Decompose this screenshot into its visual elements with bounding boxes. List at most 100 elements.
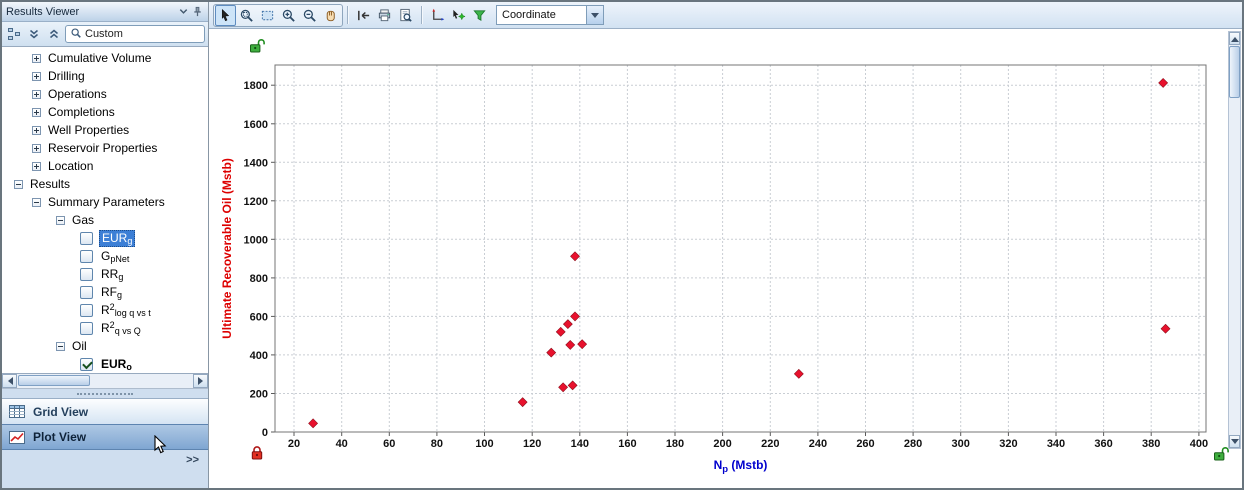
- splitter-grip[interactable]: [2, 389, 208, 398]
- plot-view-button[interactable]: Plot View: [2, 424, 208, 450]
- tree-item[interactable]: EURo: [2, 355, 208, 373]
- grid-view-icon: [9, 405, 26, 418]
- filter-value: Custom: [85, 28, 123, 40]
- chevron-down-icon[interactable]: [586, 6, 603, 24]
- expand-plus-icon[interactable]: [32, 90, 41, 99]
- x-tick-label: 280: [904, 438, 922, 450]
- pin-icon[interactable]: [190, 5, 204, 19]
- tree-item[interactable]: Completions: [2, 103, 208, 121]
- y-tick-label: 1200: [244, 196, 268, 208]
- view-options-icon[interactable]: [5, 25, 23, 43]
- y-axis-label: Ultimate Recoverable Oil (Mstb): [220, 158, 234, 339]
- panel-filler: [2, 470, 208, 488]
- tree-item[interactable]: Location: [2, 157, 208, 175]
- axes-tool-button[interactable]: [427, 5, 448, 26]
- tracking-tool-button[interactable]: [448, 5, 469, 26]
- x-tick-label: 140: [571, 438, 589, 450]
- toolbar-separator: [421, 6, 422, 24]
- x-tick-label: 300: [952, 438, 970, 450]
- tree-item[interactable]: Results: [2, 175, 208, 193]
- print-preview-tool-button[interactable]: [395, 5, 416, 26]
- collapse-minus-icon[interactable]: [14, 180, 23, 189]
- tree-item[interactable]: R2log q vs t: [2, 301, 208, 319]
- expand-plus-icon[interactable]: [32, 108, 41, 117]
- collapse-minus-icon[interactable]: [32, 198, 41, 207]
- vertical-scrollbar[interactable]: [1228, 31, 1241, 449]
- tree-item[interactable]: Cumulative Volume: [2, 49, 208, 67]
- checkbox[interactable]: [80, 286, 93, 299]
- y-tick-label: 0: [262, 427, 268, 439]
- x-tick-label: 260: [856, 438, 874, 450]
- tree-item[interactable]: Reservoir Properties: [2, 139, 208, 157]
- plot-area[interactable]: 2040608010012014016018020022024026028030…: [209, 29, 1242, 488]
- expand-plus-icon[interactable]: [32, 54, 41, 63]
- zoom-in-tool-button[interactable]: [278, 5, 299, 26]
- scroll-down-button[interactable]: [1229, 435, 1240, 448]
- collapse-minus-icon[interactable]: [56, 216, 65, 225]
- select-region-tool-button[interactable]: [257, 5, 278, 26]
- checkbox[interactable]: [80, 250, 93, 263]
- tree-item[interactable]: Drilling: [2, 67, 208, 85]
- checkbox[interactable]: [80, 304, 93, 317]
- tree-item-label: R2q vs Q: [99, 320, 143, 336]
- x-tick-label: 80: [431, 438, 443, 450]
- tool-group: [426, 4, 491, 27]
- select-tool-button[interactable]: [215, 5, 236, 26]
- coordinate-combo[interactable]: Coordinate: [496, 5, 604, 25]
- axis-lock-icon-bottom-left[interactable]: [250, 445, 268, 461]
- filter-tool-button[interactable]: [469, 5, 490, 26]
- scrollbar-thumb[interactable]: [1229, 46, 1240, 98]
- plot-view-icon: [9, 431, 26, 444]
- x-tick-label: 220: [761, 438, 779, 450]
- grid-view-label: Grid View: [33, 405, 88, 419]
- tree-item[interactable]: R2q vs Q: [2, 319, 208, 337]
- tree-item[interactable]: Summary Parameters: [2, 193, 208, 211]
- tree-item[interactable]: Oil: [2, 337, 208, 355]
- tree-item-label: Summary Parameters: [46, 195, 167, 209]
- panel-expand-bar[interactable]: >>: [2, 450, 208, 470]
- scrollbar-track[interactable]: [1229, 45, 1240, 435]
- expand-plus-icon[interactable]: [32, 144, 41, 153]
- pan-tool-button[interactable]: [320, 5, 341, 26]
- checkbox[interactable]: [80, 232, 93, 245]
- expand-all-icon[interactable]: [25, 25, 43, 43]
- scrollbar-track[interactable]: [17, 374, 193, 388]
- y-tick-label: 1000: [244, 234, 268, 246]
- scroll-left-button[interactable]: [2, 374, 17, 388]
- tree-item[interactable]: Operations: [2, 85, 208, 103]
- checkbox[interactable]: [80, 358, 93, 371]
- zoom-out-tool-button[interactable]: [299, 5, 320, 26]
- tree-item[interactable]: Gas: [2, 211, 208, 229]
- print-tool-button[interactable]: [374, 5, 395, 26]
- scroll-up-button[interactable]: [1229, 32, 1240, 45]
- scatter-plot[interactable]: 2040608010012014016018020022024026028030…: [209, 29, 1242, 488]
- collapse-all-icon[interactable]: [45, 25, 63, 43]
- tree-filter-box[interactable]: Custom: [65, 25, 205, 43]
- results-viewer-panel: Results Viewer Custom Cumulative VolumeD…: [2, 2, 209, 488]
- panel-title-bar: Results Viewer: [2, 2, 208, 22]
- chevron-down-icon[interactable]: [176, 5, 190, 19]
- collapse-minus-icon[interactable]: [56, 342, 65, 351]
- y-tick-label: 200: [250, 389, 268, 401]
- x-tick-label: 200: [713, 438, 731, 450]
- results-tree[interactable]: Cumulative VolumeDrillingOperationsCompl…: [2, 46, 208, 374]
- zoom-window-tool-button[interactable]: [236, 5, 257, 26]
- expand-plus-icon[interactable]: [32, 162, 41, 171]
- tree-item[interactable]: RRg: [2, 265, 208, 283]
- reset-zoom-tool-button[interactable]: [353, 5, 374, 26]
- checkbox[interactable]: [80, 322, 93, 335]
- scroll-right-button[interactable]: [193, 374, 208, 388]
- search-icon: [70, 27, 82, 42]
- expand-plus-icon[interactable]: [32, 126, 41, 135]
- tree-item[interactable]: RFg: [2, 283, 208, 301]
- expand-chevrons[interactable]: >>: [186, 454, 199, 466]
- axis-lock-icon-top-left[interactable]: [249, 38, 267, 54]
- tree-item[interactable]: GpNet: [2, 247, 208, 265]
- checkbox[interactable]: [80, 268, 93, 281]
- tree-item[interactable]: Well Properties: [2, 121, 208, 139]
- scrollbar-thumb[interactable]: [18, 375, 90, 386]
- tree-item[interactable]: EURg: [2, 229, 208, 247]
- tree-horizontal-scrollbar[interactable]: [2, 374, 208, 389]
- expand-plus-icon[interactable]: [32, 72, 41, 81]
- grid-view-button[interactable]: Grid View: [2, 398, 208, 424]
